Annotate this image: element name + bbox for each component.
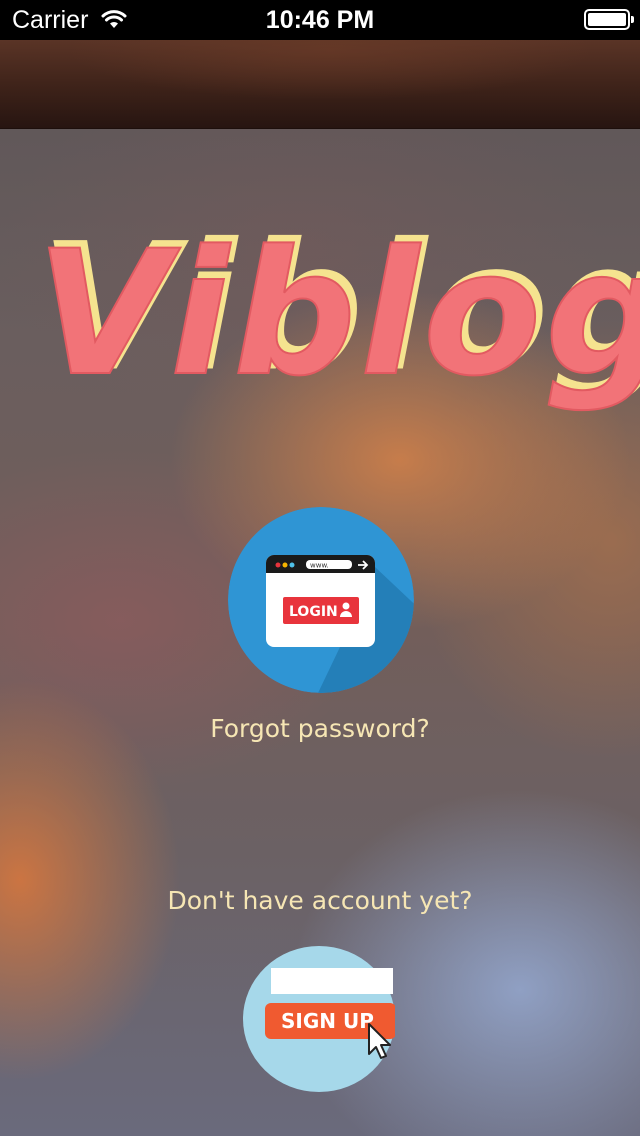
login-button-label: LOGIN [289, 604, 338, 620]
status-bar: Carrier 10:46 PM [0, 0, 640, 40]
signup-button-label: SIGN UP [281, 1009, 374, 1033]
no-account-label: Don't have account yet? [167, 886, 473, 915]
battery-icon [584, 9, 634, 30]
forgot-password-link[interactable]: Forgot password? [0, 714, 640, 743]
browser-url-text: www. [310, 562, 329, 570]
navigation-bar [0, 40, 640, 129]
status-time: 10:46 PM [265, 6, 375, 34]
login-button[interactable]: www. LOGIN [228, 507, 414, 693]
app-title-text: Viblog [36, 213, 640, 414]
login-browser-icon: www. LOGIN [228, 507, 414, 693]
signup-button[interactable]: SIGN UP [243, 946, 396, 1092]
app-title-logo: Viblog Viblog [0, 175, 640, 435]
signup-cursor-icon: SIGN UP [243, 946, 396, 1092]
